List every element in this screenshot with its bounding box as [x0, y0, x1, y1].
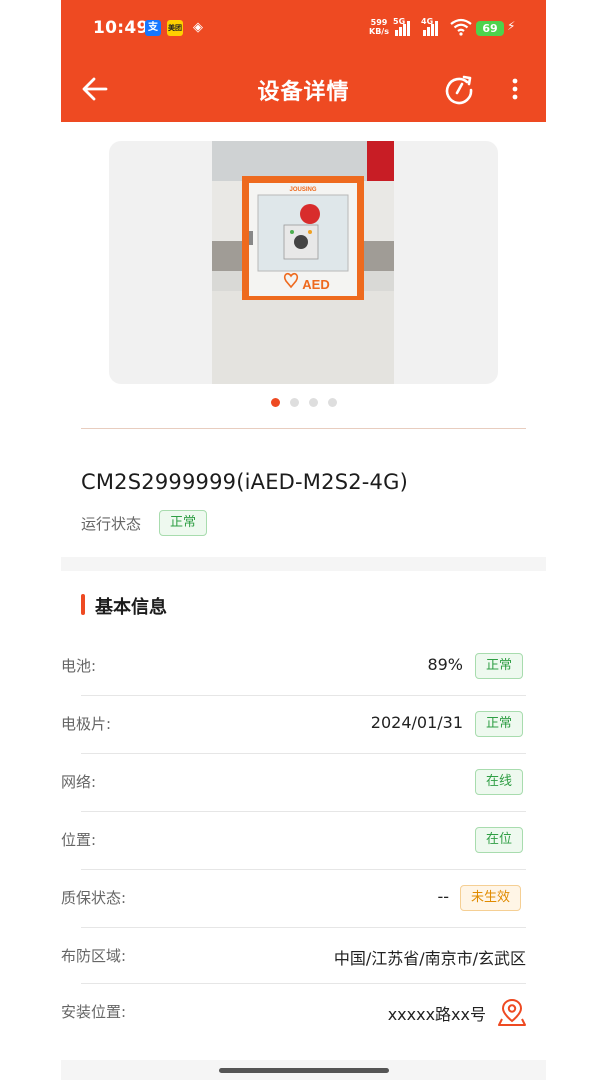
- row-divider: [81, 753, 526, 754]
- signal-icon-2: [423, 20, 438, 36]
- home-indicator[interactable]: [219, 1068, 389, 1073]
- section-accent-bar: [81, 594, 85, 615]
- network-speed: 599 KB/s: [369, 18, 389, 36]
- warranty-value: --: [437, 887, 449, 906]
- warranty-status-badge: 未生效: [460, 885, 522, 911]
- wifi-icon: [450, 18, 472, 36]
- meituan-icon: 美团: [167, 20, 183, 36]
- row-divider: [81, 811, 526, 812]
- network-status-badge: 在线: [475, 769, 524, 795]
- row-divider: [81, 983, 526, 984]
- section-gap: [61, 557, 546, 571]
- run-status-badge: 正常: [159, 510, 208, 536]
- status-time: 10:49: [93, 18, 149, 38]
- position-label: 位置:: [61, 831, 97, 849]
- carousel-dot-1[interactable]: [270, 398, 280, 407]
- more-options-icon[interactable]: [507, 74, 523, 104]
- electrode-status-badge: 正常: [475, 711, 524, 737]
- run-status-label: 运行状态: [81, 515, 142, 533]
- defense-area-value: 中国/江苏省/南京市/玄武区: [333, 949, 526, 968]
- signal-icon: [395, 20, 410, 36]
- app-frame: 10:49 支 美团 ◈ 599 KB/s 5G 4G 69 ⚡ 设备详情 JO…: [61, 0, 546, 1080]
- status-bar: 10:49 支 美团 ◈ 599 KB/s 5G 4G 69 ⚡: [61, 0, 546, 56]
- network-speed-unit: KB/s: [369, 27, 389, 36]
- device-name: CM2S2999999(iAED-M2S2-4G): [81, 470, 408, 494]
- map-location-icon[interactable]: [497, 997, 527, 1027]
- network-speed-value: 599: [370, 18, 388, 27]
- carousel-dot-3[interactable]: [308, 398, 318, 407]
- network-label: 网络:: [61, 773, 97, 791]
- alipay-icon: 支: [145, 20, 161, 36]
- battery-status-badge: 正常: [475, 653, 524, 679]
- basic-info-title: 基本信息: [95, 597, 167, 618]
- row-divider: [81, 695, 526, 696]
- title-bar: 设备详情: [61, 56, 546, 122]
- device-image-carousel[interactable]: JOUSING AED: [109, 141, 498, 384]
- electrode-expiry-value: 2024/01/31: [370, 713, 463, 732]
- install-location-value: xxxxx路xx号: [387, 1005, 486, 1024]
- position-status-badge: 在位: [475, 827, 524, 853]
- divider: [81, 428, 526, 429]
- aed-cabinet-photo: JOUSING AED: [212, 141, 394, 384]
- battery-icon: 69: [476, 21, 504, 36]
- settings-icon: ◈: [193, 20, 203, 35]
- row-divider: [81, 869, 526, 870]
- carousel-dot-2[interactable]: [289, 398, 299, 407]
- battery-value: 89%: [427, 655, 463, 674]
- cabinet-brand-text: JOUSING: [289, 187, 316, 193]
- refresh-icon[interactable]: [443, 73, 475, 105]
- carousel-indicator: [61, 398, 546, 407]
- charging-icon: ⚡: [507, 19, 516, 33]
- row-divider: [81, 927, 526, 928]
- cabinet-aed-label: AED: [302, 277, 329, 292]
- carousel-dot-4[interactable]: [327, 398, 337, 407]
